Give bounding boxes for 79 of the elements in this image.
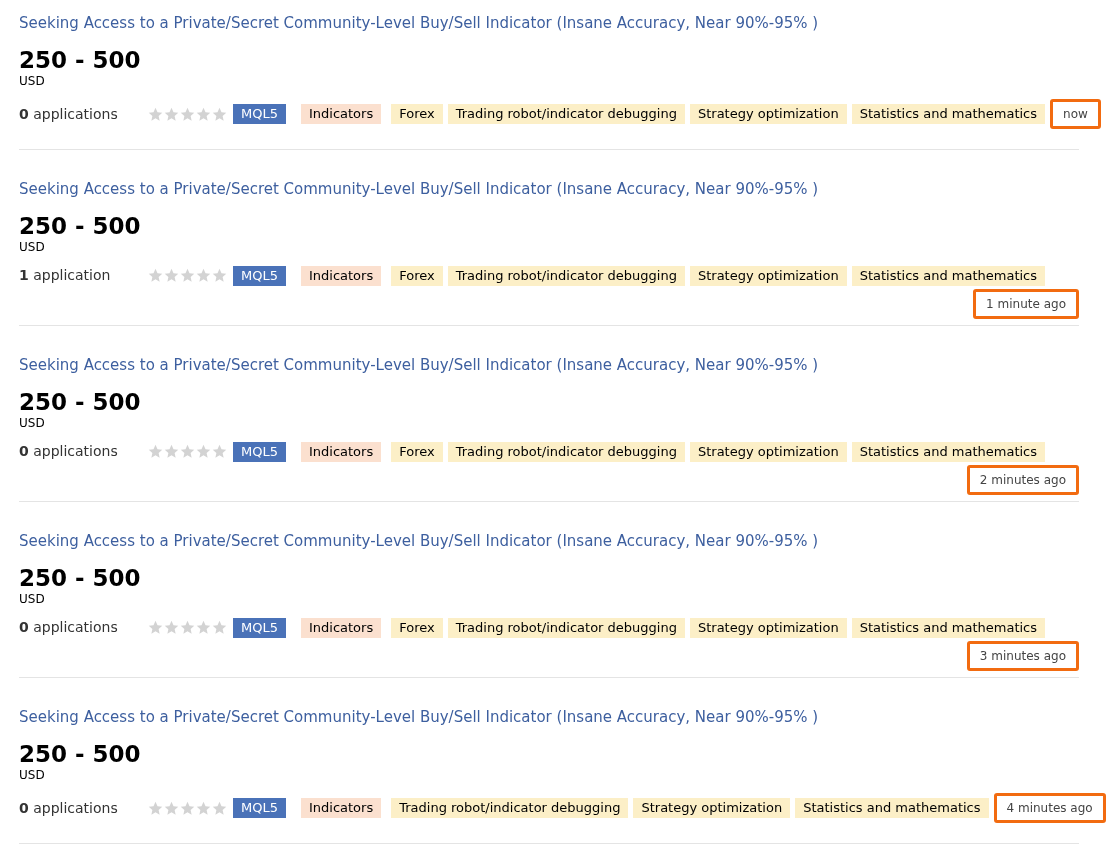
currency-label: USD — [19, 592, 46, 606]
star-icon — [180, 620, 195, 635]
star-icon — [164, 268, 179, 283]
tag-label[interactable]: Statistics and mathematics — [851, 104, 1046, 124]
tag-label[interactable]: Strategy optimization — [689, 441, 847, 462]
currency-label: USD — [19, 240, 46, 254]
star-icon — [212, 620, 227, 635]
tag-label[interactable]: Statistics and mathematics — [851, 441, 1046, 462]
tag-label[interactable]: Trading robot/indicator debugging — [391, 798, 629, 818]
tag-label[interactable]: Indicators — [300, 104, 382, 124]
listing-title-link[interactable]: Seeking Access to a Private/Secret Community-Level Buy/Sell Indicator (Insane Accuracy, Near 90%-95% ) — [19, 354, 1079, 376]
tag-label[interactable]: Trading robot/indicator debugging — [447, 617, 685, 638]
applications-count: 0 applications — [19, 104, 119, 124]
star-icon — [196, 268, 211, 283]
currency-label: USD — [19, 416, 46, 430]
tag-label[interactable]: MQL5 — [233, 441, 286, 462]
time-label: 2 minutes ago — [966, 465, 1079, 495]
tag-label[interactable]: Indicators — [300, 798, 382, 818]
tag-label[interactable]: Statistics and mathematics — [851, 265, 1046, 286]
tag-label[interactable]: Trading robot/indicator debugging — [447, 441, 685, 462]
star-icon — [212, 444, 227, 459]
tag-label[interactable]: Strategy optimization — [689, 617, 847, 638]
star-icon — [180, 444, 195, 459]
tag-label[interactable]: Forex — [391, 441, 443, 462]
tag-label[interactable]: Forex — [391, 617, 443, 638]
tag-label[interactable]: Statistics and mathematics — [851, 617, 1046, 638]
time-label: 3 minutes ago — [966, 641, 1079, 671]
star-icon — [164, 106, 179, 122]
star-icon — [180, 268, 195, 283]
star-icon — [212, 268, 227, 283]
star-icon — [180, 106, 195, 122]
tag-label[interactable]: MQL5 — [233, 798, 286, 818]
star-icon — [196, 800, 211, 816]
star-icon — [212, 106, 227, 122]
tag-label[interactable]: MQL5 — [233, 265, 286, 286]
tag-label[interactable]: Strategy optimization — [633, 798, 791, 818]
applications-count: 1 application — [19, 266, 112, 285]
star-icon — [196, 620, 211, 635]
price-range: 250 - 500 — [19, 46, 142, 74]
tag-label[interactable]: Forex — [391, 265, 443, 286]
listing-title-link[interactable]: Seeking Access to a Private/Secret Community-Level Buy/Sell Indicator (Insane Accuracy, Near 90%-95% ) — [19, 12, 1079, 34]
currency-label: USD — [19, 74, 46, 88]
price-range: 250 - 500 — [19, 740, 142, 768]
tag-label[interactable]: MQL5 — [233, 104, 286, 124]
star-icon — [180, 800, 195, 816]
tag-label[interactable]: Indicators — [300, 265, 382, 286]
listing-title-link[interactable]: Seeking Access to a Private/Secret Community-Level Buy/Sell Indicator (Insane Accuracy, Near 90%-95% ) — [19, 530, 1079, 552]
applications-count: 0 applications — [19, 618, 119, 637]
tag-label[interactable]: Strategy optimization — [689, 104, 847, 124]
star-icon — [148, 444, 163, 459]
star-icon — [196, 106, 211, 122]
tag-label[interactable]: Strategy optimization — [689, 265, 847, 286]
star-icon — [164, 620, 179, 635]
applications-count: 0 applications — [19, 442, 119, 461]
star-icon — [164, 444, 179, 459]
tag-label[interactable]: Statistics and mathematics — [795, 798, 989, 818]
currency-label: USD — [19, 768, 46, 782]
star-icon — [148, 106, 163, 122]
star-icon — [196, 444, 211, 459]
star-icon — [212, 800, 227, 816]
time-label: now — [1050, 99, 1101, 129]
star-icon — [148, 620, 163, 635]
tag-label[interactable]: Trading robot/indicator debugging — [447, 265, 685, 286]
time-label: 1 minute ago — [973, 289, 1079, 319]
applications-count: 0 applications — [19, 798, 119, 818]
tag-label[interactable]: MQL5 — [233, 617, 286, 638]
time-label: 4 minutes ago — [993, 793, 1106, 823]
star-icon — [164, 800, 179, 816]
price-range: 250 - 500 — [19, 388, 142, 416]
star-icon — [148, 800, 163, 816]
tag-label[interactable]: Indicators — [300, 441, 382, 462]
tag-label[interactable]: Trading robot/indicator debugging — [447, 104, 685, 124]
tag-label[interactable]: Indicators — [300, 617, 382, 638]
tag-label[interactable]: Forex — [391, 104, 443, 124]
price-range: 250 - 500 — [19, 212, 142, 240]
listing-title-link[interactable]: Seeking Access to a Private/Secret Community-Level Buy/Sell Indicator (Insane Accuracy, Near 90%-95% ) — [19, 706, 1079, 728]
listing-title-link[interactable]: Seeking Access to a Private/Secret Community-Level Buy/Sell Indicator (Insane Accuracy, Near 90%-95% ) — [19, 178, 1079, 200]
price-range: 250 - 500 — [19, 564, 142, 592]
star-icon — [148, 268, 163, 283]
